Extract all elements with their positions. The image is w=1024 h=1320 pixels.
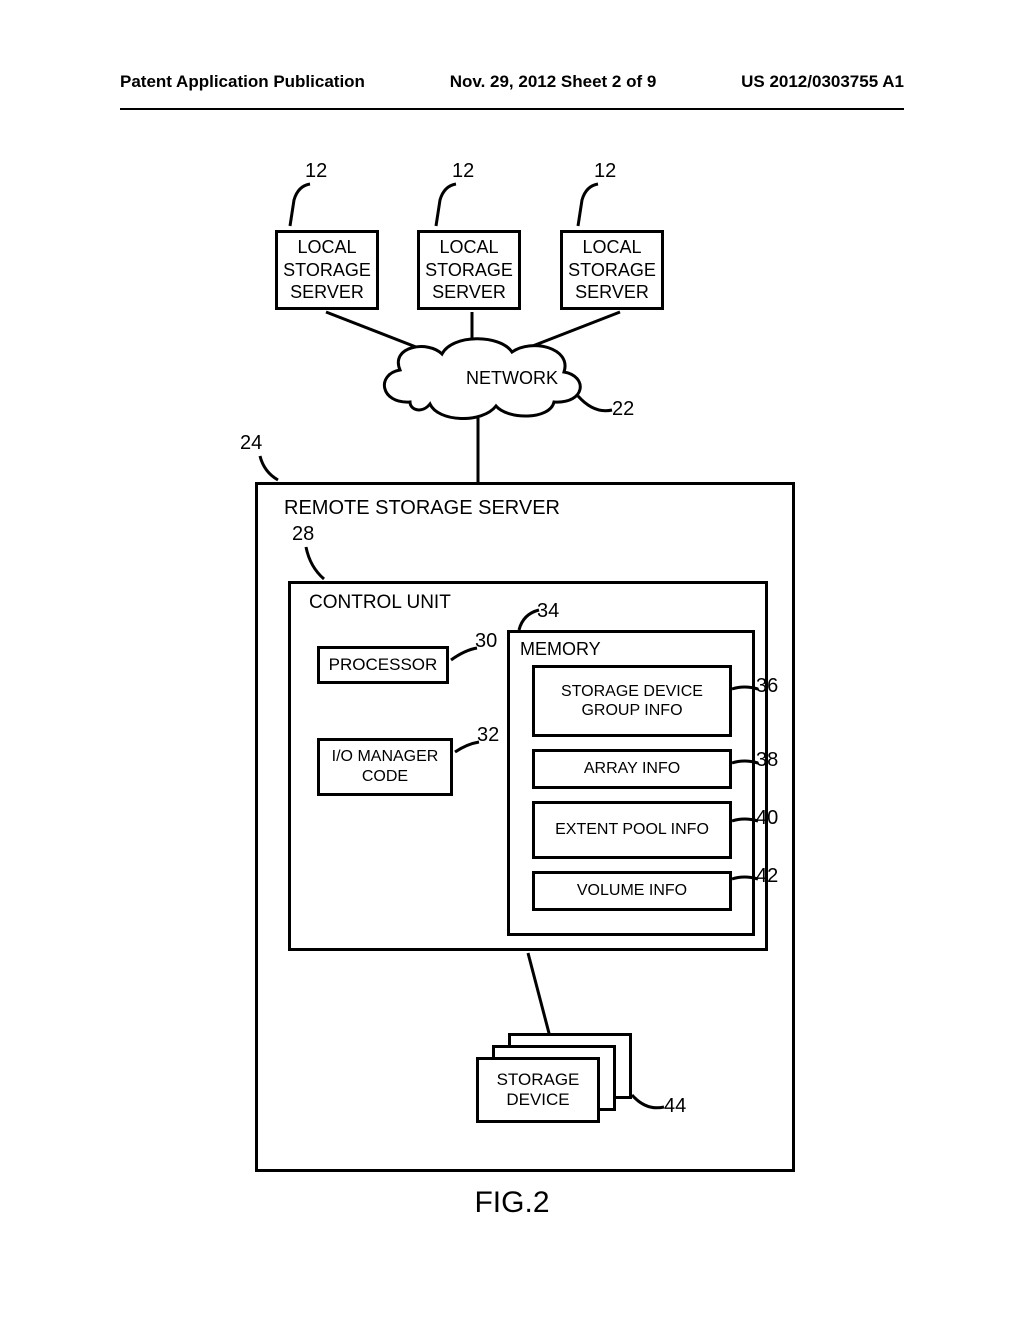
ls2-label: LOCAL STORAGE SERVER [425,236,513,304]
lead-12-a [284,182,314,230]
remote-storage-server: REMOTE STORAGE SERVER 28 CONTROL UNIT 34… [255,482,795,1172]
lead-30 [449,646,479,664]
memory-box: MEMORY STORAGE DEVICE GROUP INFO ARRAY I… [507,630,755,936]
figure-label: FIG.2 [0,1186,1024,1220]
lead-36 [730,683,760,695]
lead-42 [730,873,760,885]
conn-cu-storage [524,951,554,1041]
ref-12-b: 12 [452,160,474,183]
lead-40 [730,815,760,827]
storage-device-1: STORAGE DEVICE [476,1057,600,1123]
extent-label: EXTENT POOL INFO [555,820,709,839]
local-storage-server-3: LOCAL STORAGE SERVER [560,230,664,310]
processor-label: PROCESSOR [329,655,438,675]
storage-device-group-info: STORAGE DEVICE GROUP INFO [532,665,732,737]
lead-32 [453,740,481,756]
io-manager-label: I/O MANAGER CODE [320,747,450,787]
ref-12-a: 12 [305,160,327,183]
ls3-label: LOCAL STORAGE SERVER [568,236,656,304]
lead-24 [258,454,282,484]
header: Patent Application Publication Nov. 29, … [0,0,1024,102]
ref-28: 28 [292,523,314,546]
volume-info: VOLUME INFO [532,871,732,911]
lead-22 [576,392,616,416]
header-center: Nov. 29, 2012 Sheet 2 of 9 [450,72,657,92]
ref-12-c: 12 [594,160,616,183]
ls1-label: LOCAL STORAGE SERVER [283,236,371,304]
figure-diagram: 12 12 12 LOCAL STORAGE SERVER LOCAL STOR… [0,110,1024,1260]
extent-pool-info: EXTENT POOL INFO [532,801,732,859]
processor-box: PROCESSOR [317,646,449,684]
header-left: Patent Application Publication [120,72,365,92]
remote-title: REMOTE STORAGE SERVER [284,497,560,520]
control-unit: CONTROL UNIT 34 PROCESSOR 30 I/O MANAGER… [288,581,768,951]
local-storage-server-1: LOCAL STORAGE SERVER [275,230,379,310]
header-right: US 2012/0303755 A1 [741,72,904,92]
network-cloud [372,334,592,420]
array-label: ARRAY INFO [584,759,680,778]
lead-28 [302,545,328,583]
conn-cloud-remote [468,416,488,484]
local-storage-server-2: LOCAL STORAGE SERVER [417,230,521,310]
lead-44 [630,1091,668,1113]
storage-device-label: STORAGE DEVICE [479,1070,597,1111]
sdg-label: STORAGE DEVICE GROUP INFO [539,682,725,720]
array-info: ARRAY INFO [532,749,732,789]
memory-title: MEMORY [520,639,601,660]
storage-device-stack: STORAGE DEVICE [476,1033,644,1133]
lead-12-c [572,182,602,230]
ref-24: 24 [240,432,262,455]
lead-38 [730,757,760,769]
control-unit-title: CONTROL UNIT [309,592,451,614]
lead-12-b [430,182,460,230]
volume-label: VOLUME INFO [577,881,687,900]
io-manager-box: I/O MANAGER CODE [317,738,453,796]
